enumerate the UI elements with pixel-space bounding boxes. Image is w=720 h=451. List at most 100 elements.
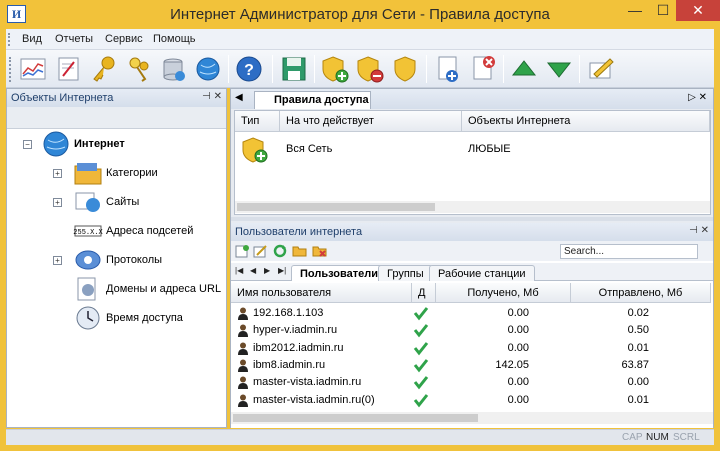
user-name: master-vista.iadmin.ru(0) [253, 393, 375, 406]
menu-reports[interactable]: Отчеты [55, 33, 93, 45]
tree-expand-toggle[interactable]: + [53, 198, 62, 207]
tree-node-categories[interactable]: Категории [73, 160, 158, 186]
tab-users[interactable]: Пользователи [291, 265, 388, 281]
window-title: Интернет Администратор для Сети - Правил… [170, 6, 550, 23]
access-check-icon[interactable] [413, 322, 429, 338]
search-input[interactable]: Search... [560, 244, 698, 259]
protocol-icon [73, 247, 103, 273]
user-row[interactable]: master-vista.iadmin.ru 0.00 0.00 [231, 374, 713, 391]
sent-mb: 63.87 [621, 358, 649, 371]
tree-node-access-time[interactable]: Время доступа [73, 305, 183, 331]
panel-pin-close[interactable]: ⊣ ✕ [202, 91, 222, 102]
tree-label: Категории [106, 167, 158, 179]
menu-grip [8, 33, 11, 46]
user-row[interactable]: ibm2012.iadmin.ru 0.00 0.01 [231, 340, 713, 357]
tab-scroll-left[interactable]: ◀ [235, 92, 243, 103]
scroll-thumb[interactable] [237, 203, 435, 211]
nav-next-button[interactable]: ▶ [264, 266, 270, 275]
remove-rule-icon[interactable] [355, 54, 385, 84]
move-down-icon[interactable] [544, 54, 574, 84]
save-icon[interactable] [279, 54, 309, 84]
received-mb: 0.00 [507, 324, 529, 337]
add-user-icon[interactable] [235, 244, 250, 258]
menu-view[interactable]: Вид [22, 33, 42, 45]
database-icon[interactable] [158, 54, 188, 84]
column-header[interactable]: Д [412, 283, 436, 303]
tree-node-subnets[interactable]: 255.X.X Адреса подсетей [73, 218, 193, 244]
key-icon[interactable] [88, 54, 118, 84]
globe-icon[interactable] [193, 54, 223, 84]
nav-prev-button[interactable]: ◀ [250, 266, 256, 275]
horizontal-scrollbar[interactable] [235, 201, 710, 213]
keys-icon[interactable] [123, 54, 153, 84]
tree-expand-toggle[interactable]: + [53, 169, 62, 178]
tab-groups[interactable]: Группы [378, 265, 433, 281]
received-mb: 0.00 [507, 307, 529, 319]
tab-access-rules[interactable]: Правила доступа [254, 91, 371, 109]
nav-first-button[interactable]: |◀ [235, 266, 243, 275]
scroll-thumb[interactable] [233, 414, 478, 422]
nav-last-button[interactable]: ▶| [278, 266, 286, 275]
user-row[interactable]: 192.168.1.103 0.00 0.02 [231, 305, 713, 322]
move-up-icon[interactable] [509, 54, 539, 84]
user-name: ibm2012.iadmin.ru [253, 341, 344, 354]
clock-icon [73, 305, 103, 331]
status-scrl: SCRL [673, 432, 700, 443]
column-header[interactable]: Объекты Интернета [462, 111, 710, 132]
column-header[interactable]: Имя пользователя [231, 283, 412, 303]
toolbar-separator [314, 55, 315, 83]
user-row[interactable]: hyper-v.iadmin.ru 0.00 0.50 [231, 322, 713, 339]
menu-help[interactable]: Помощь [153, 33, 196, 45]
new-document-icon[interactable] [433, 54, 463, 84]
help-icon[interactable]: ? [234, 54, 264, 84]
access-check-icon[interactable] [413, 305, 429, 321]
user-row[interactable]: ibm8.iadmin.ru 142.05 63.87 [231, 357, 713, 374]
maximize-button[interactable]: ☐ [650, 0, 676, 21]
title-bar: И Интернет Администратор для Сети - Прав… [0, 0, 720, 29]
received-mb: 0.00 [507, 393, 529, 406]
tree-node-domains[interactable]: Домены и адреса URL [73, 276, 221, 302]
rule-applies-to[interactable]: Вся Сеть [286, 143, 332, 155]
tab-workstations[interactable]: Рабочие станции [429, 265, 535, 281]
delete-document-icon[interactable] [468, 54, 498, 84]
minimize-button[interactable]: — [620, 0, 650, 21]
sites-icon [73, 189, 103, 215]
users-horizontal-scrollbar[interactable] [231, 412, 713, 424]
panel-toolbar [7, 107, 226, 129]
tree-collapse-toggle[interactable]: − [23, 140, 32, 149]
access-check-icon[interactable] [413, 374, 429, 390]
rule-objects[interactable]: ЛЮБЫЕ [468, 143, 511, 155]
pane-splitter[interactable] [231, 217, 713, 221]
tree-expand-toggle[interactable]: + [53, 256, 62, 265]
access-check-icon[interactable] [413, 392, 429, 408]
traffic-chart-icon[interactable] [18, 54, 48, 84]
edit-note-icon[interactable] [586, 54, 616, 84]
column-header[interactable]: Тип [235, 111, 280, 132]
user-row[interactable]: master-vista.iadmin.ru(0) 0.00 0.01 [231, 392, 713, 409]
folder-delete-icon[interactable] [312, 244, 327, 258]
user-icon [237, 376, 249, 390]
access-check-icon[interactable] [413, 357, 429, 373]
user-name: ibm8.iadmin.ru [253, 358, 326, 371]
tree-node-sites[interactable]: Сайты [73, 189, 139, 215]
access-check-icon[interactable] [413, 340, 429, 356]
column-header[interactable]: На что действует [280, 111, 462, 132]
panel-title: Объекты Интернета [11, 92, 114, 104]
tab-close[interactable]: ▷ ✕ [688, 92, 707, 103]
users-panel-pin-close[interactable]: ⊣ ✕ [689, 225, 709, 236]
column-header[interactable]: Получено, Мб [436, 283, 571, 303]
user-name: master-vista.iadmin.ru [253, 376, 362, 389]
edit-user-icon[interactable] [253, 244, 268, 258]
folder-add-icon[interactable] [292, 244, 307, 258]
close-button[interactable]: ✕ [676, 0, 720, 21]
toolbar-separator [272, 55, 273, 83]
report-edit-icon[interactable] [54, 54, 84, 84]
menu-service[interactable]: Сервис [105, 33, 143, 45]
users-toolbar: Search... [231, 241, 713, 261]
tree-node-internet[interactable]: Интернет [41, 131, 125, 157]
tree-node-protocols[interactable]: Протоколы [73, 247, 162, 273]
add-rule-icon[interactable] [320, 54, 350, 84]
refresh-icon[interactable] [273, 244, 288, 258]
column-header[interactable]: Отправлено, Мб [571, 283, 711, 303]
shield-icon[interactable] [390, 54, 420, 84]
